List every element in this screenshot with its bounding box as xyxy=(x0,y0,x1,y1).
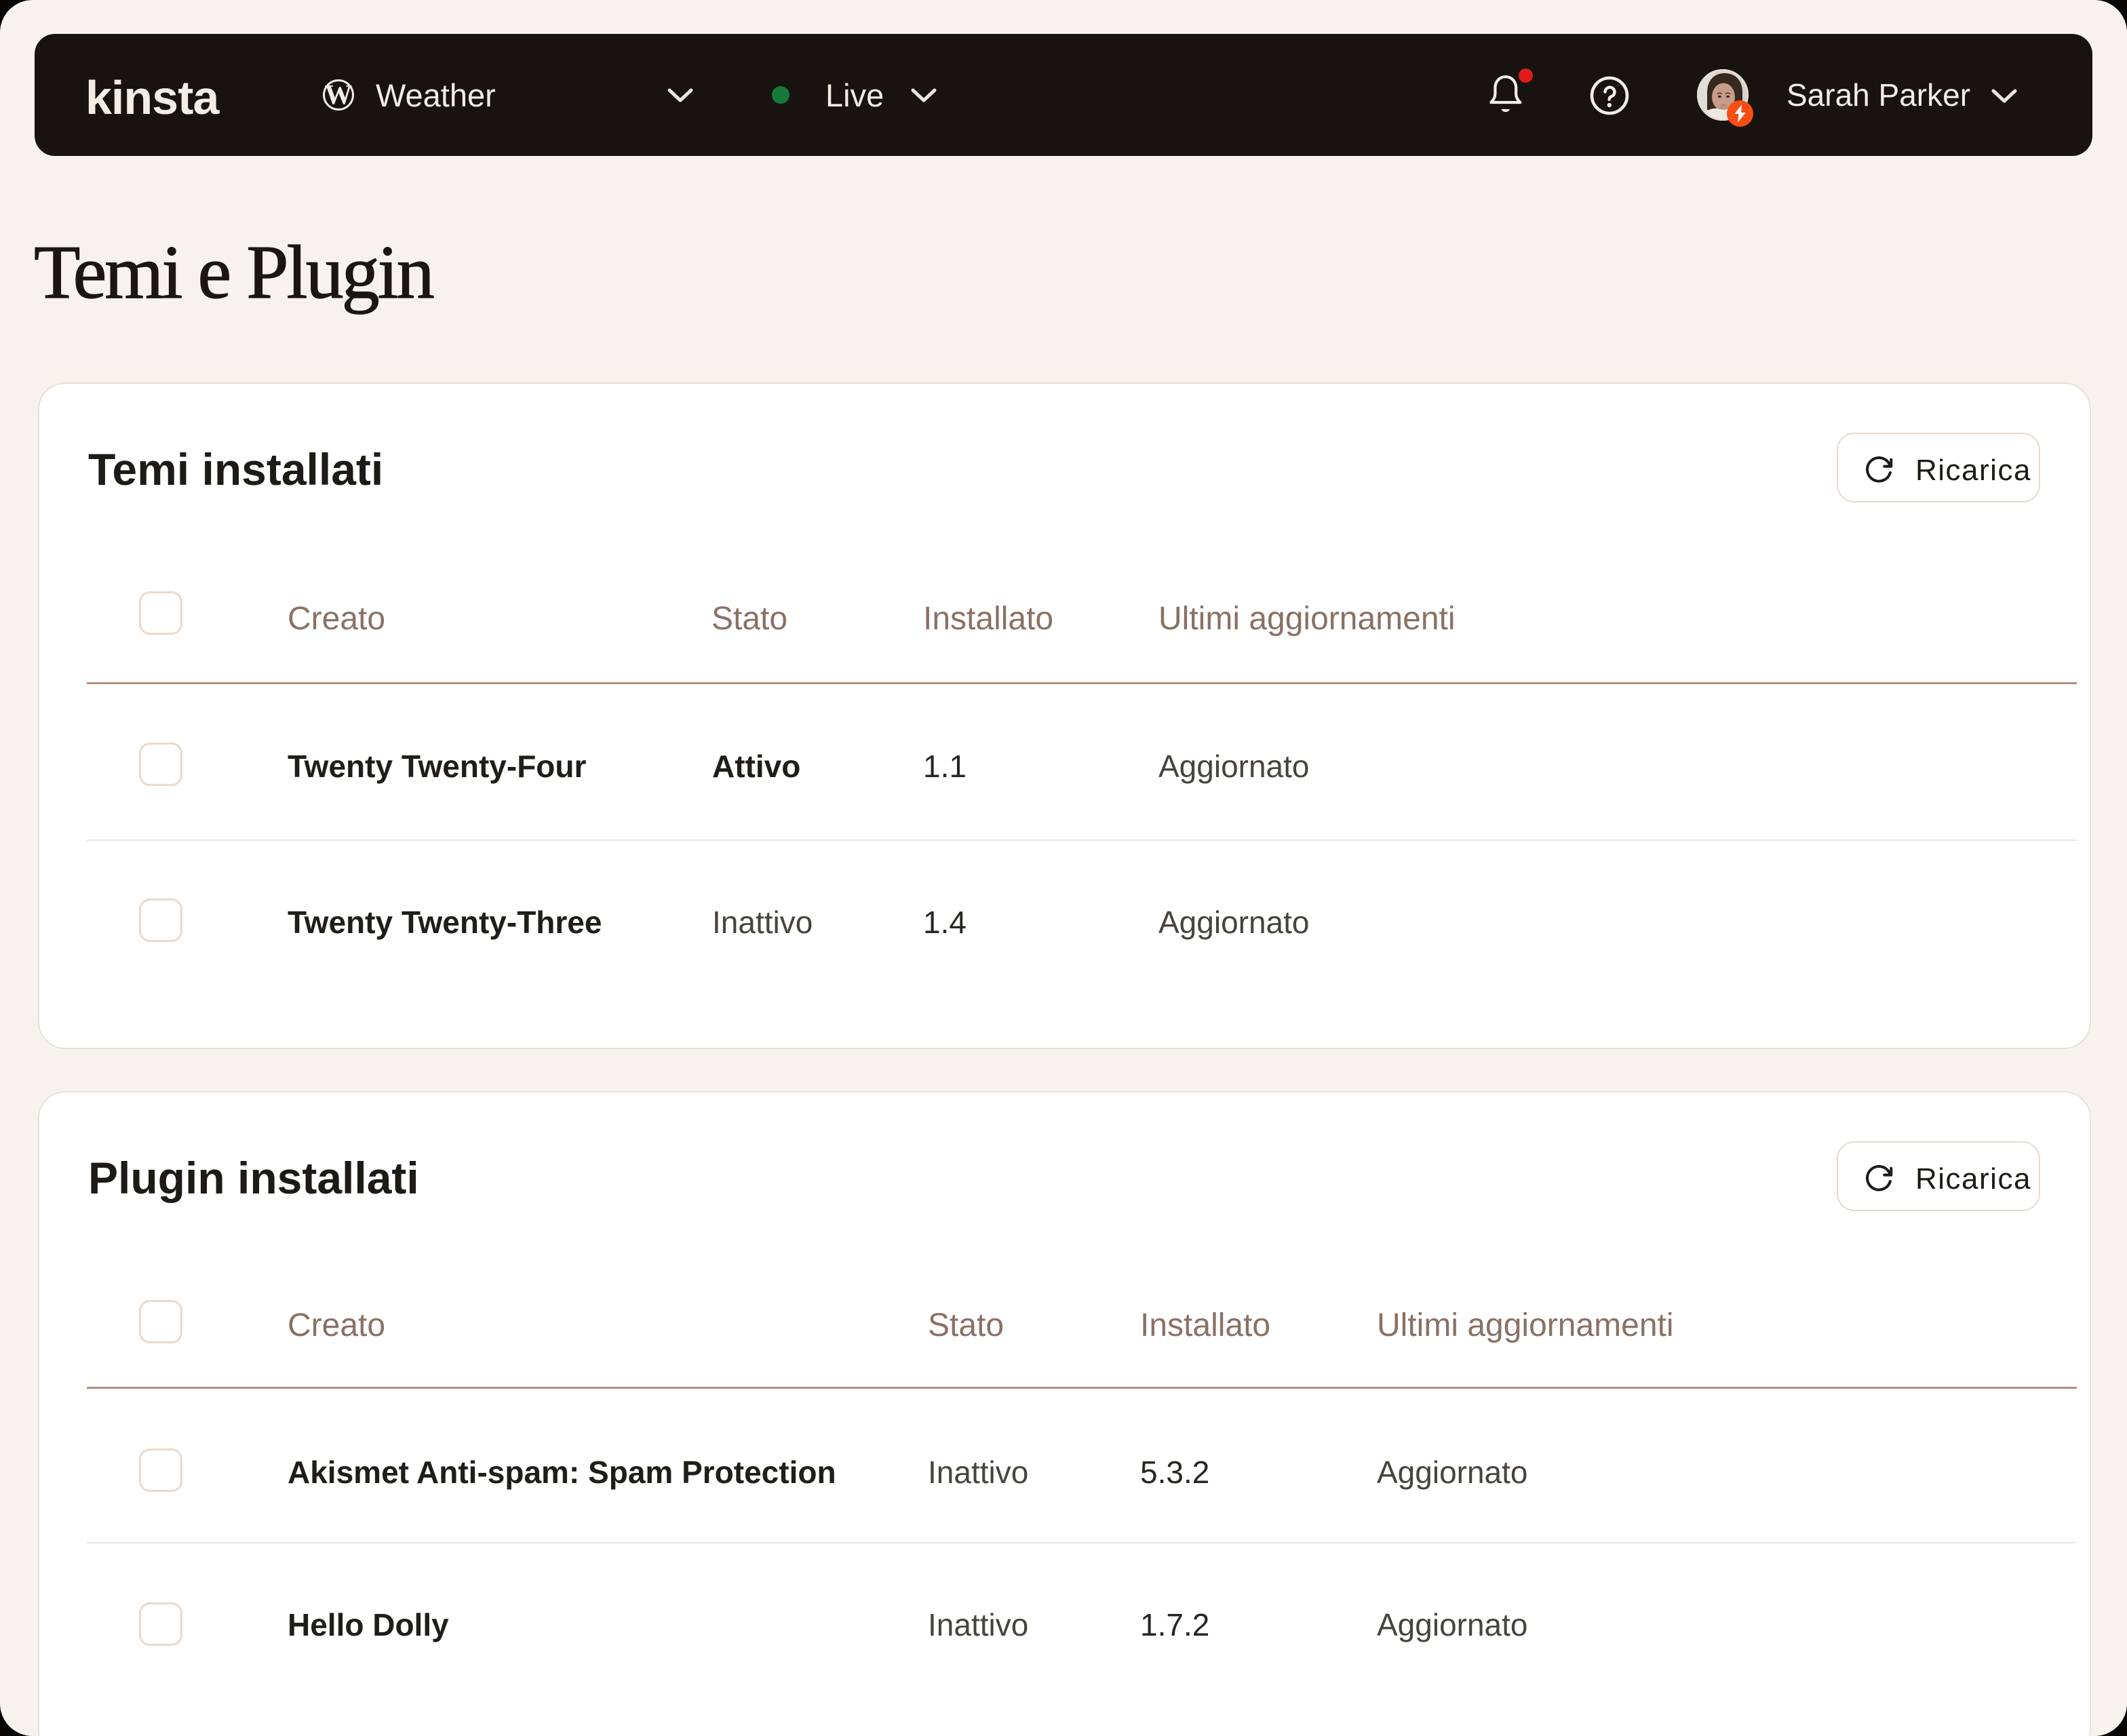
svg-text:W: W xyxy=(325,79,353,110)
